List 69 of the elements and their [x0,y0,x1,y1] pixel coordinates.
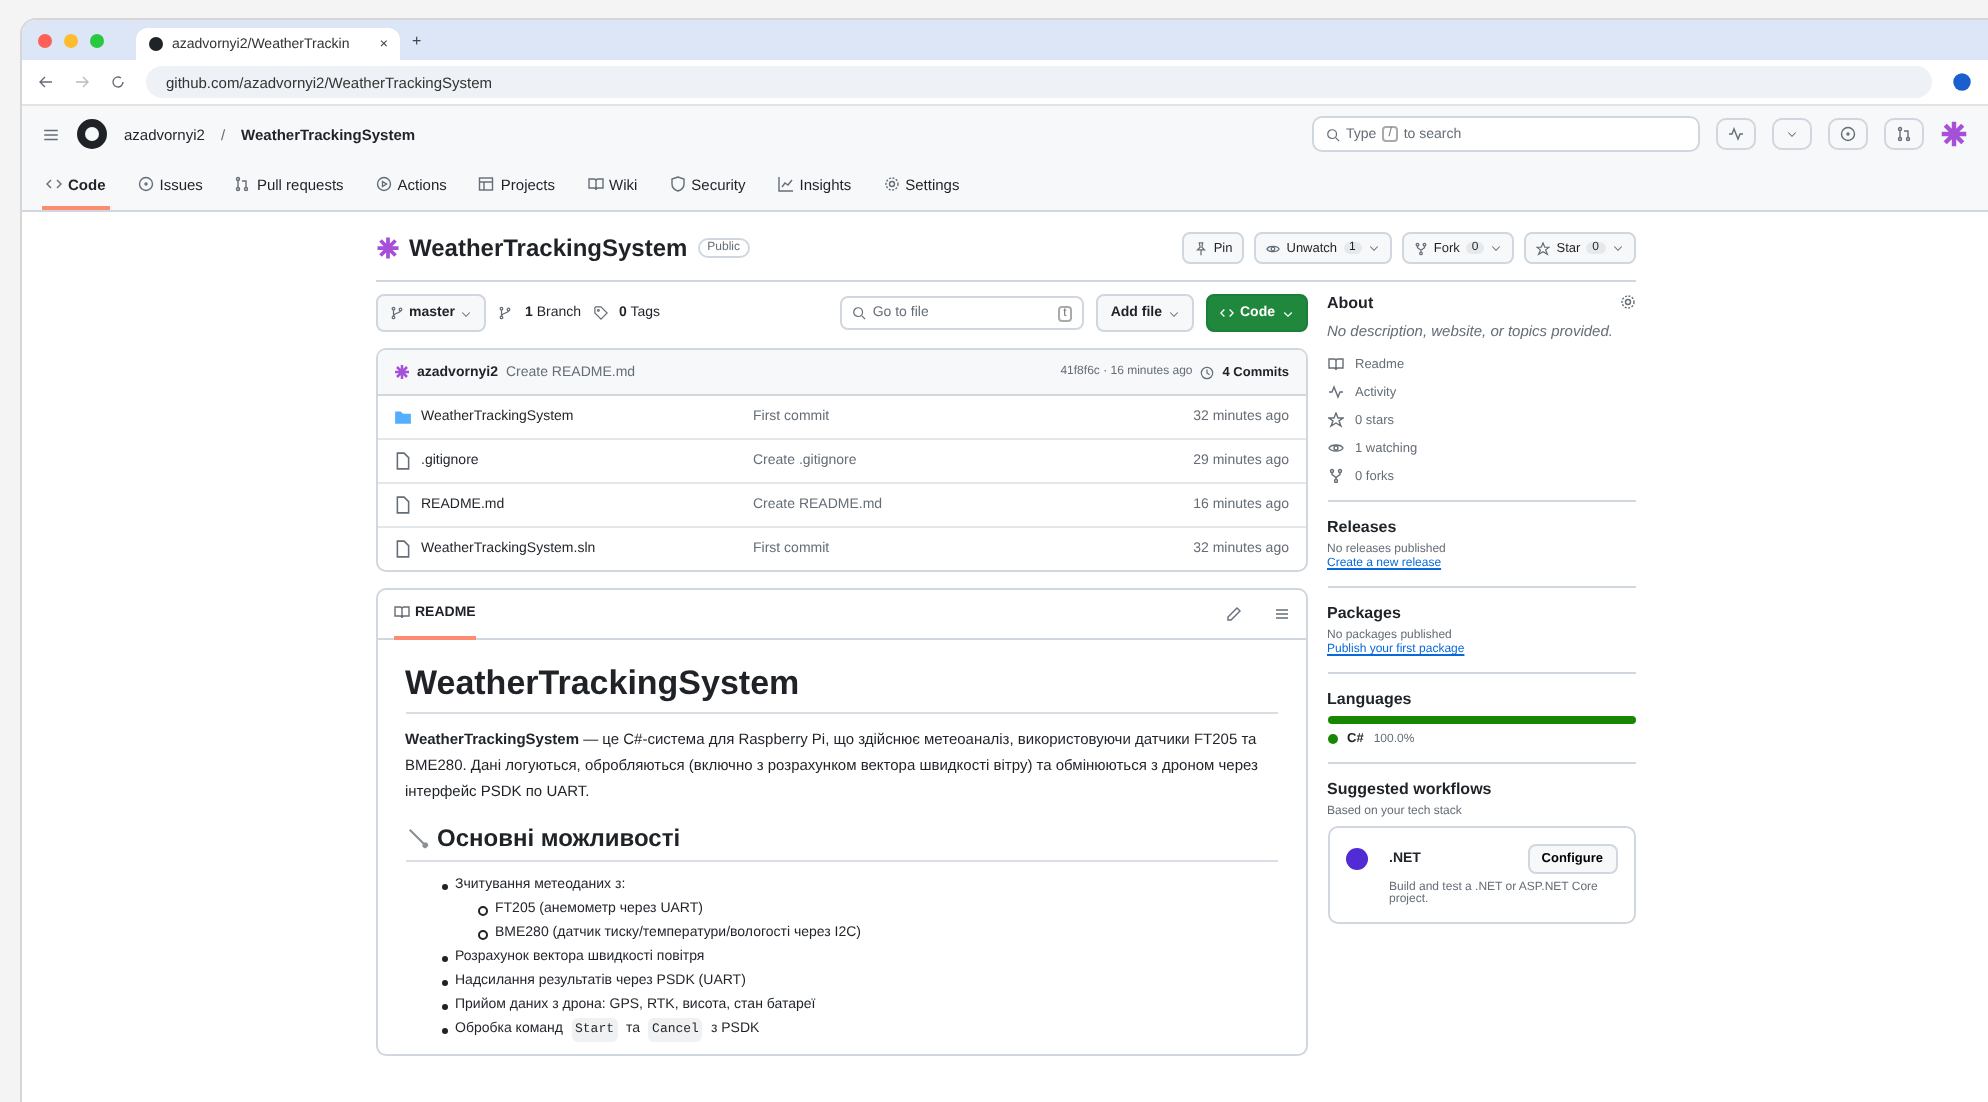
pull-request-icon [1896,126,1912,142]
branch-icon [498,306,513,320]
pencil-icon [1225,606,1241,622]
branch-icon [389,306,403,320]
close-window-icon[interactable] [38,33,52,47]
wrench-icon [405,826,429,850]
section-title: Packages [1327,604,1401,622]
eye-icon [1266,241,1281,255]
fork-icon [1413,241,1428,255]
shield-icon [669,176,686,192]
code-icon [46,176,62,192]
forward-icon [74,74,90,90]
repo-avatar-icon [375,236,399,260]
workflows-heading: Suggested workflows [1327,780,1492,798]
caret-icon [1786,128,1798,140]
pull-requests-button[interactable] [1884,118,1924,150]
code-icon [1220,306,1234,320]
book-icon [393,604,409,620]
caret-icon [1490,242,1503,254]
about-heading: About [1327,294,1374,312]
repo-avatar-icon [393,364,409,380]
eye-icon [1327,440,1343,456]
search-icon [852,306,867,320]
zoom-window-icon[interactable] [90,33,104,47]
file-icon [393,452,411,470]
fork-icon [1327,468,1343,484]
github-logo-icon[interactable] [76,118,108,150]
caret-icon [1281,307,1293,319]
profile-icon [1952,72,1972,92]
dotnet-logo-icon [1345,848,1367,870]
tag-icon [593,306,608,320]
book-icon [587,176,603,192]
copilot-button[interactable] [1716,118,1756,150]
pin-icon [1193,241,1208,255]
file-icon [393,496,411,514]
back-icon [38,74,54,90]
list-icon [1273,606,1289,622]
pulse-icon [1728,126,1744,142]
play-icon [375,176,392,192]
star-icon [1536,241,1551,255]
star-icon [1327,412,1343,428]
settings-icon [883,176,900,192]
table-icon [478,176,495,192]
section-title: Releases [1327,518,1397,536]
reload-icon [110,74,126,90]
settings-icon [1619,294,1635,310]
issue-icon [1840,126,1856,142]
book-icon [1327,356,1343,372]
caret-icon [1168,307,1180,319]
repo-avatar-icon [1940,120,1968,148]
repo-title[interactable]: WeatherTrackingSystem [409,234,688,262]
folder-icon [393,408,411,426]
caret-icon [1367,242,1380,254]
issues-button[interactable] [1828,118,1868,150]
issue-icon [137,176,154,192]
pulse-icon [1327,384,1343,400]
caret-icon [460,307,473,319]
new-tab-button[interactable]: + [412,31,422,49]
section-heading: Основні можливості [437,824,681,852]
github-logo-icon [148,36,164,52]
graph-icon [777,176,794,192]
search-icon [1326,127,1340,141]
list-icon [42,125,60,143]
caret-icon [1611,242,1623,254]
languages-heading: Languages [1327,690,1412,708]
history-icon [1200,365,1215,379]
readme-heading: WeatherTrackingSystem [405,652,1277,714]
pull-request-icon [234,176,251,192]
file-icon [393,540,411,558]
